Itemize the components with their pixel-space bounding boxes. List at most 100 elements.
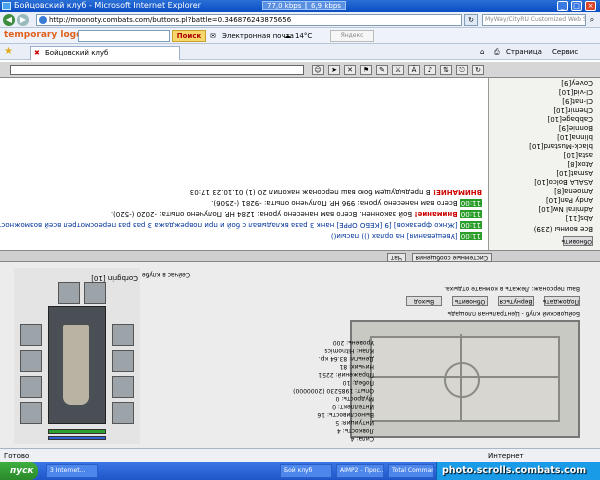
title-bar: Бойцовский клуб - Microsoft Internet Exp… — [0, 0, 600, 12]
yandex-box[interactable]: Яндекс — [330, 30, 374, 42]
chat-tabs-bar: Системные сообщения Чат — [0, 250, 600, 262]
toolbar-logo[interactable]: temporary logo — [4, 30, 82, 40]
stat-line: Уровень: 200 — [332, 339, 374, 346]
player-entry[interactable]: Bonnie[9] — [559, 123, 593, 132]
translit-icon[interactable]: Ä — [408, 65, 420, 75]
screen: Бойцовский клуб - Microsoft Internet Exp… — [0, 0, 600, 480]
status-bar: Готово Интернет — [0, 448, 600, 462]
chat-log: 11:00 [Увещевания] на орлах ()) пасыи() … — [0, 78, 488, 250]
chat-line: 11:00 Внимание! Бой законнен. Всего вам … — [110, 210, 482, 218]
taskbar-item[interactable]: AIMP2 - Прос... — [336, 464, 384, 478]
health-bar — [48, 429, 106, 434]
player-entry[interactable]: blinna[10] — [557, 132, 593, 141]
stat-line: Выносливость: 16 — [317, 411, 374, 418]
watermark: photo.scrolls.combats.com — [442, 465, 587, 476]
maximize-button[interactable]: □ — [571, 1, 582, 11]
player-entry[interactable]: Covey[9] — [561, 78, 593, 87]
action-button[interactable]: Подождать — [543, 296, 580, 306]
stat-line: Ничьих: 81 — [339, 363, 374, 370]
main-game-area-rotated: Бойцовский клуб - Центральная площадь По… — [0, 262, 600, 448]
player-entry[interactable]: Cl-nat[9] — [562, 96, 593, 105]
arena-title: Бойцовский клуб - Центральная площадь — [447, 310, 580, 317]
exit-icon[interactable]: ⎋ — [456, 65, 468, 75]
player-entry[interactable]: Abs[11] — [566, 213, 593, 222]
character-portrait[interactable] — [48, 306, 106, 424]
player-list-rotated: Обновить Все воины (239) Abs[11] Admiral … — [489, 78, 600, 250]
forward-button[interactable]: ▶ — [17, 14, 29, 26]
stat-line: Интеллект: 0 — [332, 403, 374, 410]
player-entry[interactable]: ASALA Bolco[10] — [534, 177, 593, 186]
player-entry[interactable]: Admiral Nw[10] — [538, 204, 593, 213]
character-stats: Сила: 4 Ловкость: 4 Интуиция: 5 Выносливост… — [293, 338, 374, 442]
filter-icon[interactable]: ⚑ — [360, 65, 372, 75]
player-entry[interactable]: Cl-vid[10] — [559, 87, 593, 96]
equipment-slot[interactable] — [112, 402, 134, 424]
equipment-slot[interactable] — [112, 324, 134, 346]
smile-icon[interactable]: ☺ — [312, 65, 324, 75]
tools-icon[interactable]: ✎ — [376, 65, 388, 75]
refresh-chat-icon[interactable]: ↻ — [472, 65, 484, 75]
equipment-slot[interactable] — [20, 402, 42, 424]
taskbar-item[interactable]: Total Comman... — [388, 464, 434, 478]
clear-icon[interactable]: ✕ — [344, 65, 356, 75]
arena-map[interactable] — [350, 320, 580, 438]
action-button[interactable]: Вернуться — [498, 296, 534, 306]
mail-icon[interactable]: ✉ — [210, 31, 216, 41]
start-button[interactable]: пуск — [0, 462, 38, 480]
search-icon[interactable]: ⌕ — [586, 14, 598, 26]
player-entry[interactable]: Chemir[10] — [553, 105, 593, 114]
player-entry[interactable]: Cabbage[10] — [548, 114, 593, 123]
attack-icon[interactable]: ⚔ — [392, 65, 404, 75]
equipment-slot[interactable] — [58, 282, 80, 304]
page-menu[interactable]: Страница — [506, 48, 542, 57]
taskbar-item[interactable]: Бой клуб — [280, 464, 332, 478]
tab-combats[interactable]: ✖ Бойцовский клуб — [30, 46, 180, 60]
sound-icon[interactable]: ♪ — [424, 65, 436, 75]
service-menu[interactable]: Сервис — [552, 48, 578, 57]
player-entry[interactable]: Andy Pan[10] — [546, 195, 593, 204]
close-window-button[interactable]: × — [585, 1, 596, 11]
send-icon[interactable]: ➤ — [328, 65, 340, 75]
mana-bar — [48, 436, 106, 440]
chat-line: 11:00 Всего вам нанесено урона: 996 HP. … — [211, 199, 482, 207]
tab-close-icon[interactable]: ✖ — [34, 49, 40, 57]
taskbar-item[interactable]: 3 Internet... — [46, 464, 98, 478]
back-button[interactable]: ◀ — [3, 14, 15, 26]
window-title: Бойцовский клуб - Microsoft Internet Exp… — [14, 1, 201, 10]
chat-input[interactable] — [10, 65, 304, 75]
equipment-slot[interactable] — [20, 324, 42, 346]
toolbar-search-button[interactable]: Поиск — [172, 30, 206, 42]
equipment-slot[interactable] — [112, 376, 134, 398]
print-icon[interactable]: ⎙ — [494, 48, 500, 57]
player-entry[interactable]: Amoena[8] — [554, 186, 593, 195]
equipment-slot[interactable] — [112, 350, 134, 372]
home-icon[interactable]: ⌂ — [480, 48, 484, 57]
chat-log-rotated: 11:00 [Увещевания] на орлах ()) пасыи() … — [0, 78, 488, 250]
tab-system-messages[interactable]: Системные сообщения — [411, 253, 492, 262]
player-entry[interactable]: Atox[8] — [567, 159, 593, 168]
url-text: http://moonoty.combats.com/buttons.pl?ba… — [49, 16, 292, 24]
tab-chat[interactable]: Чат — [386, 253, 406, 262]
toolbar-search-input[interactable] — [78, 30, 170, 42]
stat-line: Побед: 10 — [342, 379, 374, 386]
action-button[interactable]: Обновить — [452, 296, 488, 306]
equipment-slot[interactable] — [20, 376, 42, 398]
player-entry[interactable]: asta[10] — [564, 150, 593, 159]
temperature: 14°C — [295, 32, 313, 40]
minimize-button[interactable]: _ — [557, 1, 568, 11]
player-list: Обновить Все воины (239) Abs[11] Admiral … — [488, 78, 600, 250]
web-search-input[interactable]: MyWay/CityRU Customized Web Search — [482, 14, 586, 26]
action-button[interactable]: Выход — [406, 296, 442, 306]
stat-line: Клан: Hitnomics — [324, 347, 374, 354]
refresh-icon[interactable]: ↻ — [464, 14, 478, 26]
refresh-list-button[interactable]: Обновить — [562, 236, 593, 246]
character-name[interactable]: Corbgrin [10] — [91, 273, 138, 282]
equipment-slot[interactable] — [20, 350, 42, 372]
arena-circle — [444, 362, 480, 398]
url-field[interactable]: http://moonoty.combats.com/buttons.pl?ba… — [36, 14, 462, 26]
scroll-icon[interactable]: ⇅ — [440, 65, 452, 75]
favorites-star-icon[interactable]: ★ — [4, 47, 14, 57]
equipment-slot[interactable] — [84, 282, 106, 304]
player-entry[interactable]: Asmat[10] — [556, 168, 593, 177]
player-entry[interactable]: black-Mustard[10] — [529, 141, 593, 150]
